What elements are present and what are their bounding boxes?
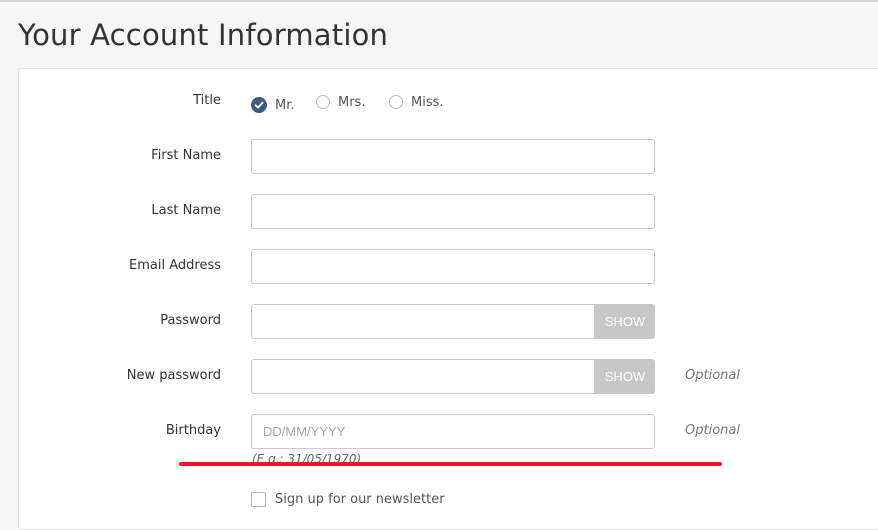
title-option-mrs-label: Mrs. <box>338 94 366 110</box>
password-label: Password <box>160 313 221 328</box>
page-title: Your Account Information <box>18 18 389 52</box>
title-option-miss[interactable]: Miss. <box>389 93 444 111</box>
birthday-optional-note: Optional <box>685 423 740 438</box>
email-field[interactable] <box>252 250 654 283</box>
birthday-field-wrapper <box>251 414 655 449</box>
newsletter-checkbox[interactable] <box>251 492 266 507</box>
email-label: Email Address <box>129 258 221 273</box>
title-option-mrs[interactable]: Mrs. <box>316 93 365 111</box>
first-name-field[interactable] <box>252 140 654 173</box>
first-name-label: First Name <box>151 148 221 163</box>
new-password-field-wrapper <box>251 359 595 394</box>
top-border <box>0 0 878 2</box>
birthday-field[interactable] <box>252 415 654 448</box>
account-form-card <box>18 68 878 530</box>
last-name-field-wrapper <box>251 194 655 229</box>
first-name-field-wrapper <box>251 139 655 174</box>
birthday-label: Birthday <box>165 423 221 438</box>
password-field[interactable] <box>252 305 594 338</box>
new-password-show-button[interactable]: SHOW <box>595 359 655 394</box>
new-password-optional-note: Optional <box>685 368 740 383</box>
check-icon <box>254 101 264 109</box>
password-field-wrapper <box>251 304 595 339</box>
radio-unchecked-icon[interactable] <box>389 95 403 109</box>
password-show-button[interactable]: SHOW <box>595 304 655 339</box>
last-name-field[interactable] <box>252 195 654 228</box>
new-password-field[interactable] <box>252 360 594 393</box>
email-field-wrapper <box>251 249 655 284</box>
radio-unchecked-icon[interactable] <box>316 95 330 109</box>
newsletter-label: Sign up for our newsletter <box>275 492 445 507</box>
radio-checked-icon[interactable] <box>251 97 267 113</box>
title-option-miss-label: Miss. <box>411 94 444 110</box>
annotation-underline <box>179 462 722 466</box>
new-password-label: New password <box>126 368 221 383</box>
last-name-label: Last Name <box>151 203 221 218</box>
title-label: Title <box>193 93 221 108</box>
title-option-mr[interactable]: Mr. <box>251 93 295 113</box>
title-option-mr-label: Mr. <box>275 97 295 113</box>
